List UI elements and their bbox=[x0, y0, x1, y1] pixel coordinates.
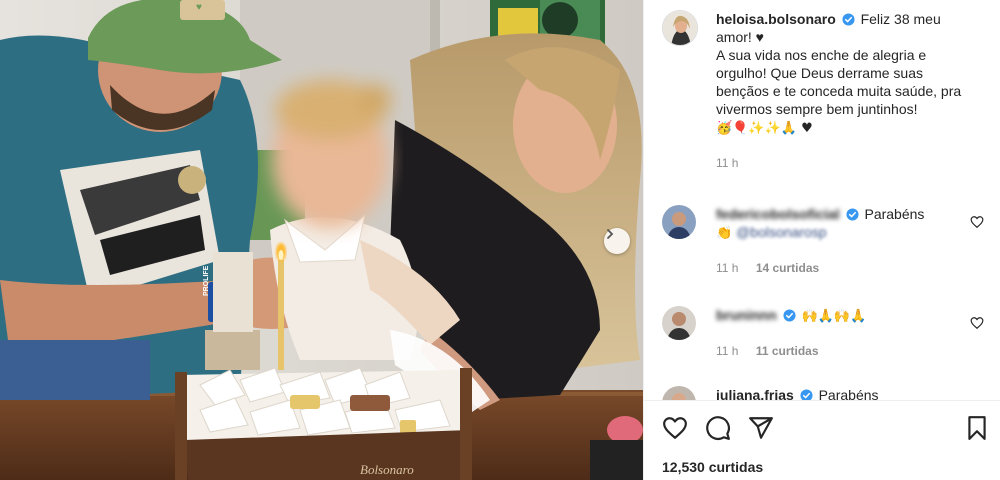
instagram-post: ♥ PROLIFE Bolsonaro heloisa.bolsonaro Fe… bbox=[0, 0, 1000, 480]
chevron-right-icon bbox=[607, 229, 614, 239]
post-photo[interactable]: ♥ PROLIFE Bolsonaro bbox=[0, 0, 643, 480]
heart-icon[interactable] bbox=[662, 415, 688, 441]
share-icon[interactable] bbox=[748, 415, 774, 441]
comment-icon[interactable] bbox=[705, 415, 731, 441]
post-likes-count[interactable]: 12,530 curtidas bbox=[662, 459, 763, 475]
avatar-image bbox=[662, 306, 696, 340]
comment-emoji: 👏 bbox=[716, 226, 733, 241]
comment-mention[interactable]: @bolsonarosp bbox=[736, 224, 827, 240]
verified-badge-icon bbox=[783, 309, 796, 322]
post-actions: 12,530 curtidas bbox=[644, 400, 1000, 480]
comment-item: bruninnn 🙌🙏🙌🙏 11 h 11 curtidas bbox=[662, 306, 992, 360]
comment-time[interactable]: 11 h bbox=[716, 344, 738, 358]
avatar[interactable] bbox=[662, 10, 698, 46]
heart-icon[interactable] bbox=[970, 316, 984, 330]
comment-time[interactable]: 11 h bbox=[716, 261, 738, 275]
comment-username[interactable]: federicobolsoficial bbox=[716, 206, 840, 222]
post-caption: heloisa.bolsonaro Feliz 38 meu amor! ♥ A… bbox=[662, 10, 992, 172]
photo-illustration bbox=[0, 0, 643, 480]
box-label: Bolsonaro bbox=[360, 462, 414, 477]
comment-emoji: 🙌🙏🙌🙏 bbox=[801, 309, 867, 324]
caption-line-2: A sua vida nos enche de alegria e orgulh… bbox=[716, 47, 962, 117]
patch-text: ♥ bbox=[196, 2, 202, 13]
verified-badge-icon bbox=[842, 13, 855, 26]
heart-icon[interactable] bbox=[970, 215, 984, 229]
comment-likes[interactable]: 11 curtidas bbox=[756, 344, 819, 358]
avatar-image bbox=[663, 11, 697, 45]
post-time[interactable]: 11 h bbox=[716, 154, 978, 172]
comment-avatar[interactable] bbox=[662, 306, 696, 340]
comment-item: federicobolsoficial Parabéns 👏 @bolsonar… bbox=[662, 205, 992, 277]
comment-text: Parabéns bbox=[864, 206, 925, 222]
comment-avatar[interactable] bbox=[662, 205, 696, 239]
post-side-panel: heloisa.bolsonaro Feliz 38 meu amor! ♥ A… bbox=[643, 0, 1000, 480]
comment-username[interactable]: bruninnn bbox=[716, 307, 777, 323]
wristband-text: PROLIFE bbox=[203, 265, 210, 296]
verified-badge-icon bbox=[846, 208, 859, 221]
caption-emojis: 🥳🎈✨✨🙏 ♥ bbox=[716, 121, 813, 136]
post-username[interactable]: heloisa.bolsonaro bbox=[716, 11, 836, 27]
comment-meta: 11 h 11 curtidas bbox=[716, 342, 966, 360]
avatar-image bbox=[662, 205, 696, 239]
comment-meta: 11 h 14 curtidas bbox=[716, 259, 966, 277]
bookmark-icon[interactable] bbox=[964, 415, 990, 441]
next-photo-button[interactable] bbox=[604, 228, 630, 254]
comment-likes[interactable]: 14 curtidas bbox=[756, 261, 819, 275]
